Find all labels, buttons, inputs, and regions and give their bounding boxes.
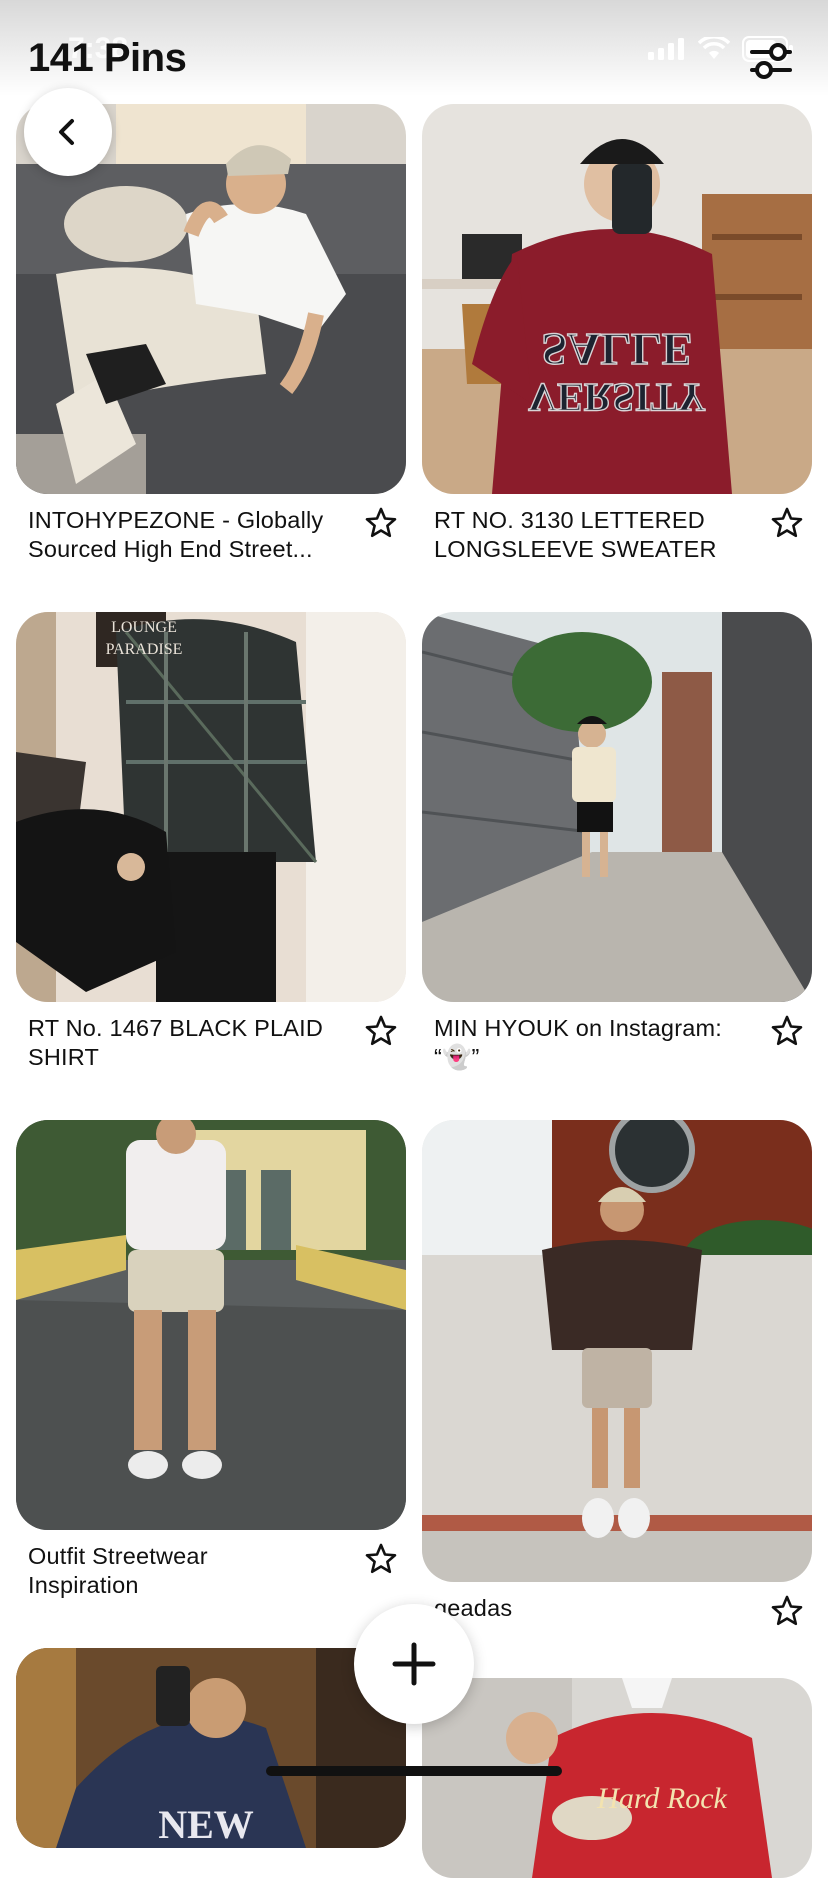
sign-line: LOUNGE bbox=[111, 619, 177, 636]
pin-image[interactable]: SALLE VERSITY bbox=[422, 104, 812, 494]
pin-title-line: Outfit Streetwear bbox=[28, 1543, 208, 1569]
plus-icon bbox=[392, 1642, 436, 1686]
star-icon[interactable] bbox=[770, 1594, 804, 1628]
pin-title-line: “👻” bbox=[434, 1044, 480, 1070]
pin-card[interactable]: geadas bbox=[422, 1120, 812, 1626]
svg-text:NEW: NEW bbox=[158, 1802, 254, 1847]
pin-title[interactable]: MIN HYOUK on Instagram: “👻” bbox=[422, 1014, 812, 1072]
sign-line: PARADISE bbox=[106, 641, 183, 658]
pin-title-line: RT NO. 3130 LETTERED bbox=[434, 507, 705, 533]
add-pin-button[interactable] bbox=[354, 1604, 474, 1724]
back-button[interactable] bbox=[24, 88, 112, 176]
page-title: 141 Pins bbox=[28, 36, 187, 80]
star-icon[interactable] bbox=[770, 506, 804, 540]
pin-photo bbox=[422, 612, 812, 1002]
star-icon[interactable] bbox=[364, 1014, 398, 1048]
pin-image[interactable] bbox=[422, 1120, 812, 1582]
pin-title-line: Sourced High End Street... bbox=[28, 536, 313, 562]
cellular-signal-icon bbox=[648, 38, 684, 60]
pin-title-line: Inspiration bbox=[28, 1572, 139, 1598]
pin-title[interactable]: RT NO. 3130 LETTERED LONGSLEEVE SWEATER bbox=[422, 506, 812, 564]
pin-card[interactable]: MIN HYOUK on Instagram: “👻” bbox=[422, 612, 812, 1072]
pin-image[interactable] bbox=[16, 1120, 406, 1530]
filter-button[interactable] bbox=[748, 38, 794, 84]
pin-title[interactable]: RT No. 1467 BLACK PLAID SHIRT bbox=[16, 1014, 406, 1072]
pin-title[interactable]: INTOHYPEZONE - Globally Sourced High End… bbox=[16, 506, 406, 564]
pin-title[interactable]: Outfit Streetwear Inspiration bbox=[16, 1542, 406, 1600]
chevron-left-icon bbox=[59, 119, 74, 145]
pin-photo bbox=[422, 1120, 812, 1582]
lounge-sign: LOUNGE PARADISE bbox=[106, 619, 183, 658]
svg-text:SALLE: SALLE bbox=[542, 324, 693, 375]
pin-title-line: LONGSLEEVE SWEATER bbox=[434, 536, 717, 562]
pin-card[interactable]: Outfit Streetwear Inspiration bbox=[16, 1120, 406, 1600]
pin-photo: Hard Rock bbox=[422, 1678, 812, 1878]
star-icon[interactable] bbox=[770, 1014, 804, 1048]
sliders-icon bbox=[750, 43, 792, 79]
pin-title-line: geadas bbox=[434, 1595, 513, 1621]
pin-title-line: INTOHYPEZONE - Globally bbox=[28, 507, 324, 533]
pin-title-line: MIN HYOUK on Instagram: bbox=[434, 1015, 722, 1041]
home-indicator bbox=[266, 1766, 562, 1776]
pin-card[interactable]: NEW bbox=[16, 1648, 406, 1848]
pin-title-line: RT No. 1467 BLACK PLAID bbox=[28, 1015, 324, 1041]
pin-image[interactable]: NEW bbox=[16, 1648, 406, 1848]
pin-image[interactable] bbox=[422, 612, 812, 1002]
pin-title-line: SHIRT bbox=[28, 1044, 100, 1070]
wifi-icon bbox=[698, 37, 730, 59]
pin-photo bbox=[16, 1120, 406, 1530]
hardrock-text: Hard Rock bbox=[596, 1782, 727, 1815]
pin-photo: NEW bbox=[16, 1648, 406, 1848]
pin-image[interactable]: Hard Rock bbox=[422, 1678, 812, 1878]
pin-card[interactable]: SALLE VERSITY RT NO. 3130 LETTERED LONGS… bbox=[422, 104, 812, 564]
pin-photo: SALLE VERSITY bbox=[422, 104, 812, 494]
pin-image[interactable]: LOUNGE PARADISE bbox=[16, 612, 406, 1002]
pin-title[interactable]: geadas bbox=[422, 1594, 812, 1626]
star-icon[interactable] bbox=[364, 1542, 398, 1576]
pin-card[interactable]: Hard Rock bbox=[422, 1678, 812, 1878]
star-icon[interactable] bbox=[364, 506, 398, 540]
pin-card[interactable]: LOUNGE PARADISE RT No. 1467 BLACK PLAID … bbox=[16, 612, 406, 1072]
svg-text:VERSITY: VERSITY bbox=[528, 375, 706, 420]
